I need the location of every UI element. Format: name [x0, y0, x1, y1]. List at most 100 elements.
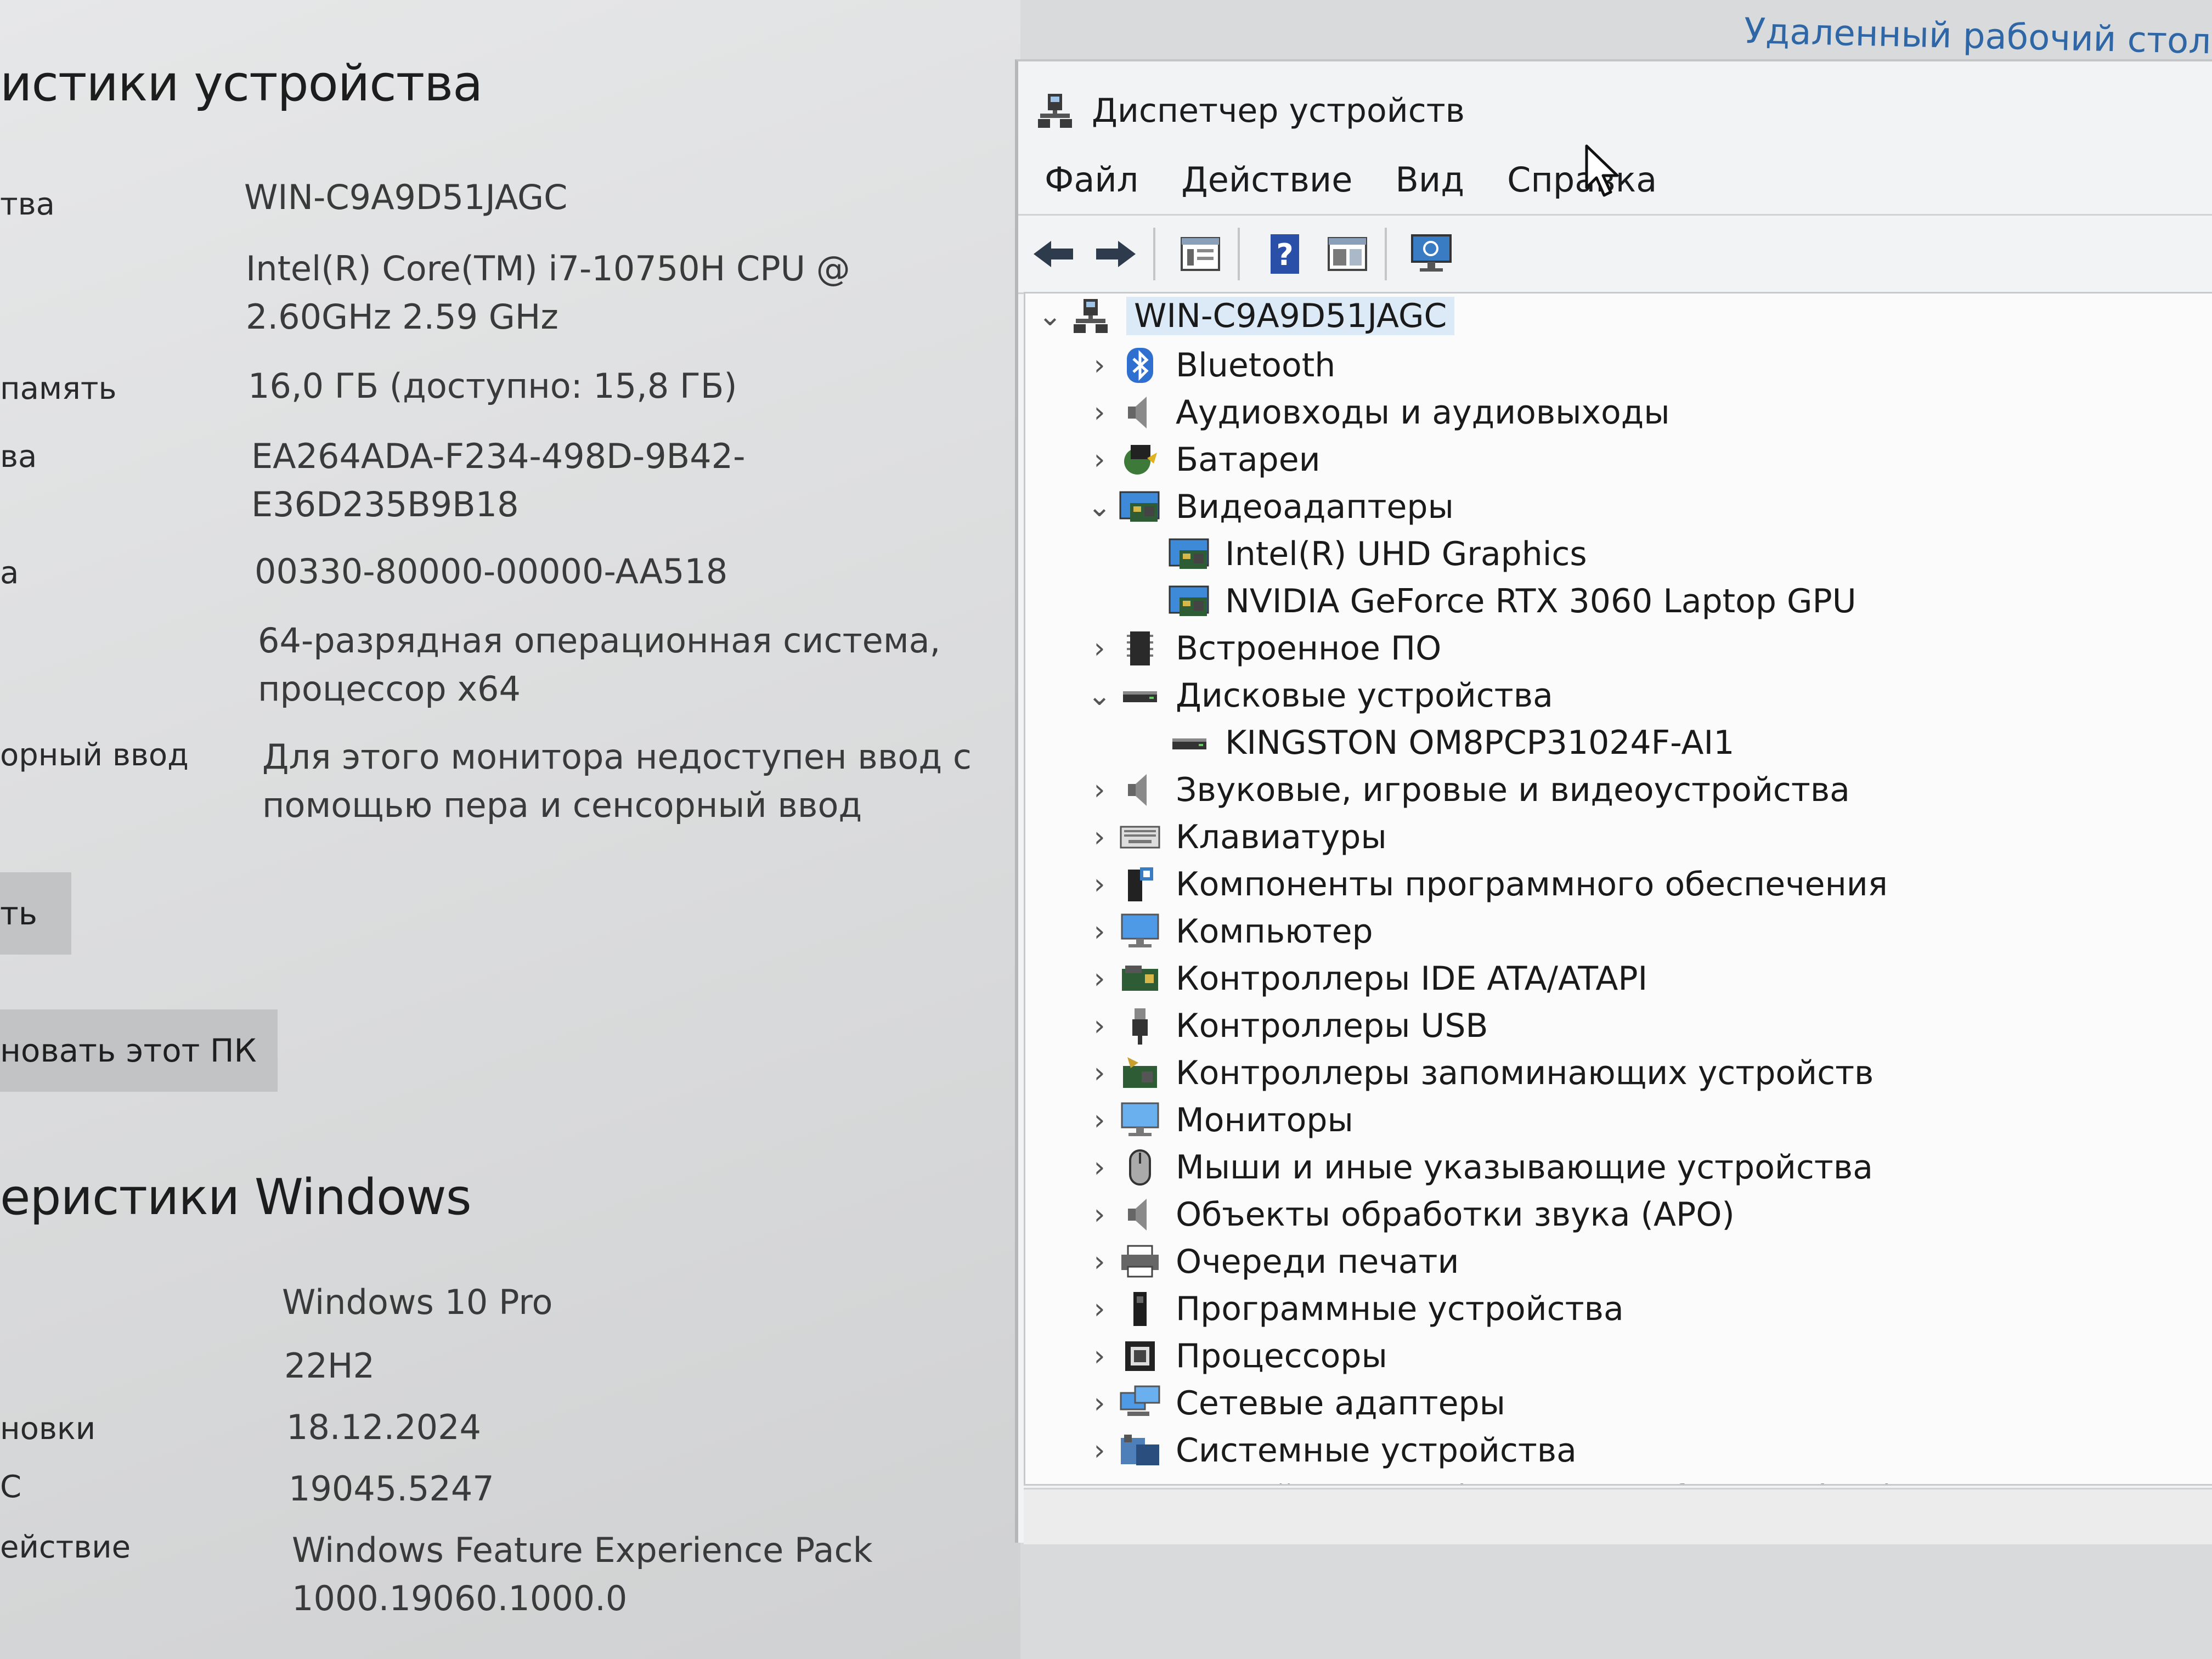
- chevron-right-icon[interactable]: ›: [1080, 1192, 1119, 1237]
- device-label: Контроллеры USB: [1176, 1007, 1488, 1045]
- device-label: Контроллеры IDE ATA/ATAPI: [1176, 960, 1648, 998]
- device-category[interactable]: › Сетевые адаптеры: [1080, 1381, 1505, 1426]
- device-category[interactable]: › Процессоры: [1080, 1334, 1387, 1379]
- device-category[interactable]: › Клавиатуры: [1080, 815, 1387, 860]
- ide-controller-icon: [1119, 960, 1161, 998]
- chevron-right-icon[interactable]: ›: [1080, 1239, 1119, 1284]
- device-label: Контроллеры запоминающих устройств: [1176, 1054, 1874, 1092]
- device-label: Дисковые устройства: [1176, 676, 1553, 715]
- device-label: Мыши и иные указывающие устройства: [1176, 1148, 1873, 1187]
- chevron-down-icon[interactable]: ⌄: [1080, 673, 1119, 718]
- win-value-os-build: 19045.5247: [289, 1469, 494, 1509]
- chevron-right-icon[interactable]: ›: [1080, 437, 1119, 482]
- toolbar-separator: [1385, 228, 1387, 280]
- spec-value-processor: Intel(R) Core(TM) i7-10750H CPU @ 2.60GH…: [246, 249, 850, 337]
- device-item[interactable]: NVIDIA GeForce RTX 3060 Laptop GPU: [1130, 579, 1857, 624]
- device-category[interactable]: › Аудиовходы и аудиовыходы: [1080, 390, 1670, 435]
- about-settings-page: истики устройства тва WIN-C9A9D51JAGC In…: [0, 0, 1020, 1659]
- menu-help[interactable]: Справка: [1507, 160, 1657, 200]
- device-label: Видеоадаптеры: [1176, 488, 1454, 526]
- device-category[interactable]: › Системные устройства: [1080, 1428, 1577, 1473]
- battery-icon: [1119, 441, 1161, 479]
- window-titlebar[interactable]: Диспетчер устройств: [1036, 78, 1465, 144]
- spec-label-product-id: а: [0, 555, 19, 591]
- chevron-right-icon[interactable]: ›: [1080, 1334, 1119, 1379]
- device-item[interactable]: KINGSTON OM8PCP31024F-AI1: [1130, 720, 1734, 765]
- tree-root[interactable]: ⌄ WIN-C9A9D51JAGC: [1025, 294, 1455, 338]
- device-category[interactable]: › Очереди печати: [1080, 1239, 1459, 1284]
- spec-label-device-name: тва: [0, 187, 55, 222]
- display-adapter-icon: [1168, 582, 1211, 620]
- printer-icon: [1119, 1243, 1161, 1281]
- device-category[interactable]: › Компоненты программного обеспечения: [1080, 862, 1888, 907]
- device-category[interactable]: › Встроенное ПО: [1080, 626, 1442, 671]
- device-category[interactable]: › Контроллеры USB: [1080, 1003, 1488, 1048]
- chevron-right-icon[interactable]: ›: [1080, 1381, 1119, 1426]
- chevron-down-icon[interactable]: ⌄: [1080, 484, 1119, 529]
- device-label: Компоненты программного обеспечения: [1176, 865, 1888, 904]
- chevron-right-icon[interactable]: ›: [1080, 956, 1119, 1001]
- expand-chevron-down-icon[interactable]: ⌄: [1031, 294, 1069, 338]
- chevron-right-icon[interactable]: ›: [1080, 626, 1119, 671]
- chevron-right-icon[interactable]: ›: [1080, 815, 1119, 860]
- network-adapter-icon: [1119, 1384, 1161, 1423]
- win-value-version: 22H2: [284, 1346, 375, 1386]
- chevron-right-icon[interactable]: ›: [1080, 1475, 1119, 1484]
- device-label: Объекты обработки звука (APO): [1176, 1195, 1735, 1234]
- device-label: KINGSTON OM8PCP31024F-AI1: [1225, 724, 1735, 762]
- properties-icon[interactable]: [1173, 227, 1228, 281]
- chevron-right-icon[interactable]: ›: [1080, 862, 1119, 907]
- bluetooth-icon: [1119, 346, 1161, 385]
- back-arrow-icon[interactable]: [1026, 227, 1081, 281]
- chevron-right-icon[interactable]: ›: [1080, 768, 1119, 812]
- menu-action[interactable]: Действие: [1181, 160, 1352, 200]
- computer-icon: [1119, 912, 1161, 951]
- device-category[interactable]: › Программные устройства: [1080, 1286, 1624, 1331]
- device-manager-window: Диспетчер устройств Файл Действие Вид Сп…: [1015, 59, 2212, 1544]
- help-icon[interactable]: ?: [1257, 227, 1312, 281]
- device-category[interactable]: › Контроллеры IDE ATA/ATAPI: [1080, 956, 1648, 1001]
- device-label: Аудиовходы и аудиовыходы: [1176, 393, 1670, 432]
- device-label: Intel(R) UHD Graphics: [1225, 535, 1587, 573]
- device-category[interactable]: ⌄ Дисковые устройства: [1080, 673, 1553, 718]
- device-category[interactable]: › Звуковые, игровые и видеоустройства: [1080, 768, 1850, 812]
- forward-arrow-icon[interactable]: [1088, 227, 1143, 281]
- speaker-icon: [1119, 1195, 1161, 1234]
- device-label: Системные устройства: [1176, 1431, 1577, 1470]
- device-category[interactable]: › Батареи: [1080, 437, 1321, 482]
- chevron-right-icon[interactable]: ›: [1080, 1003, 1119, 1048]
- software-device-icon: [1119, 1290, 1161, 1328]
- chevron-right-icon[interactable]: ›: [1080, 909, 1119, 954]
- chevron-right-icon[interactable]: ›: [1080, 343, 1119, 388]
- chevron-right-icon[interactable]: ›: [1080, 1145, 1119, 1190]
- device-category[interactable]: › Мыши и иные указывающие устройства: [1080, 1145, 1873, 1190]
- keyboard-icon: [1119, 818, 1161, 856]
- menu-view[interactable]: Вид: [1395, 160, 1464, 200]
- device-category[interactable]: › Компьютер: [1080, 909, 1373, 954]
- device-category[interactable]: › Мониторы: [1080, 1098, 1353, 1143]
- spec-value-device-name: WIN-C9A9D51JAGC: [244, 177, 568, 217]
- device-category[interactable]: › Устройства HID (Human Interface Devices…: [1080, 1475, 1895, 1484]
- device-category[interactable]: › Объекты обработки звука (APO): [1080, 1192, 1735, 1237]
- chevron-right-icon[interactable]: ›: [1080, 1098, 1119, 1143]
- device-item[interactable]: Intel(R) UHD Graphics: [1130, 532, 1587, 577]
- chevron-right-icon[interactable]: ›: [1080, 390, 1119, 435]
- device-category[interactable]: › Контроллеры запоминающих устройств: [1080, 1051, 1874, 1096]
- svg-text:?: ?: [1276, 238, 1293, 272]
- spec-label-ram: память: [0, 371, 117, 407]
- chevron-right-icon[interactable]: ›: [1080, 1286, 1119, 1331]
- chevron-right-icon[interactable]: ›: [1080, 1428, 1119, 1473]
- device-tree[interactable]: ⌄ WIN-C9A9D51JAGC › Bluetooth › Аудиовходы …: [1024, 292, 2212, 1486]
- win-value-experience: Windows Feature Experience Pack 1000.190…: [292, 1530, 873, 1618]
- device-category[interactable]: ⌄ Видеоадаптеры: [1080, 484, 1454, 529]
- menu-file[interactable]: Файл: [1045, 160, 1138, 200]
- monitor-scan-icon[interactable]: [1404, 227, 1459, 281]
- rename-pc-button[interactable]: новать этот ПК: [0, 1009, 278, 1092]
- toolbar-separator: [1238, 228, 1240, 280]
- copy-button[interactable]: ть: [0, 872, 71, 955]
- chevron-right-icon[interactable]: ›: [1080, 1051, 1119, 1096]
- device-category[interactable]: › Bluetooth: [1080, 343, 1336, 388]
- update-driver-icon[interactable]: [1320, 227, 1375, 281]
- status-bar: [1024, 1488, 2212, 1544]
